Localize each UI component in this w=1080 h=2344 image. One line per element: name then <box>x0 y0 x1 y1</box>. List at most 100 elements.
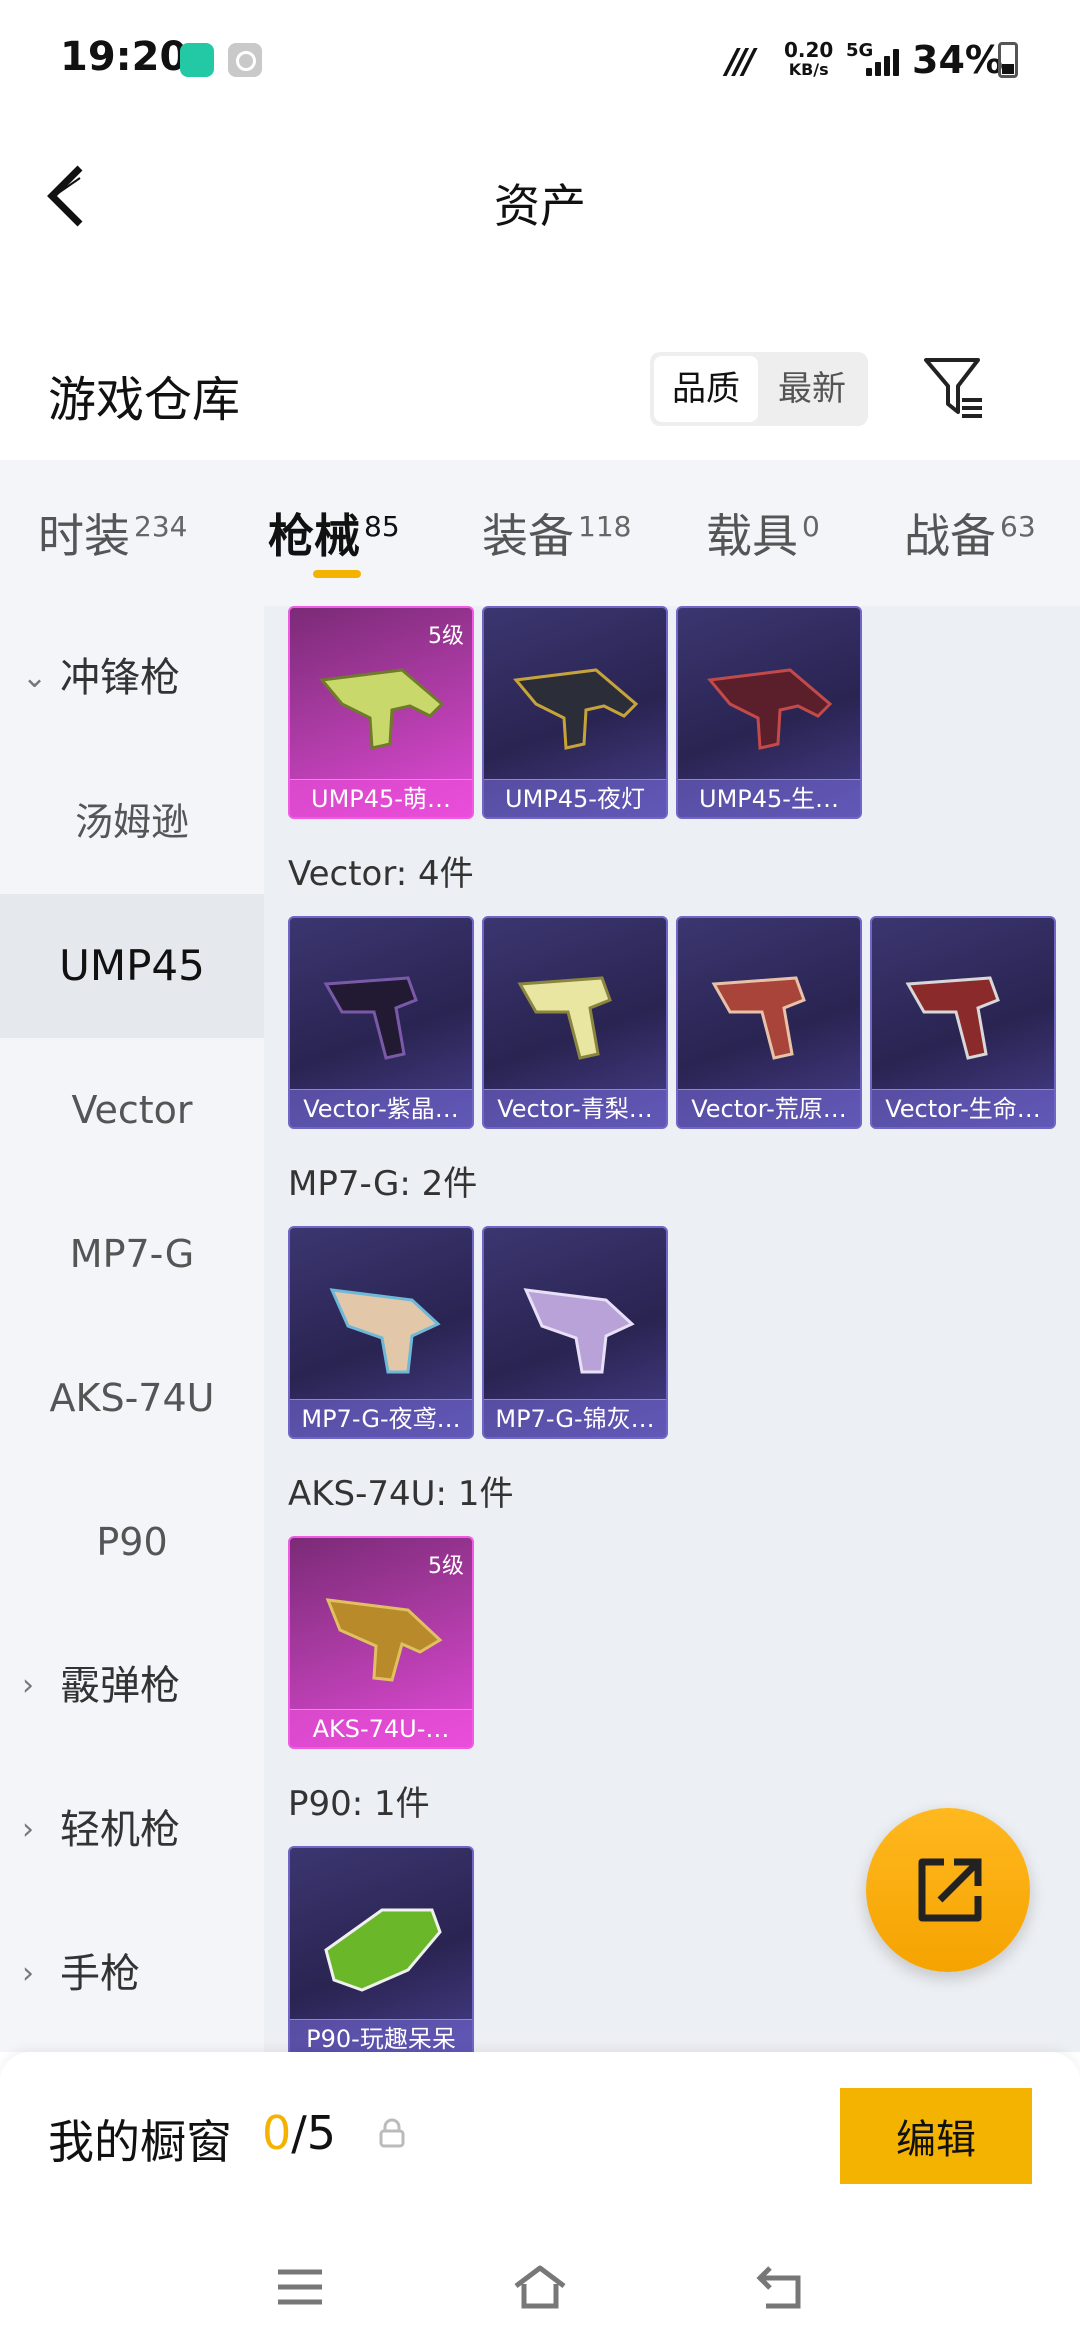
settings-notification-icon <box>228 43 262 77</box>
battery-percent: 34% <box>912 38 1003 82</box>
menu-icon <box>278 2269 322 2305</box>
weapon-card[interactable]: 5级 AKS-74U-… <box>288 1536 474 1749</box>
sidebar-item-lmg[interactable]: › 轻机枪 <box>0 1758 264 1902</box>
back-nav-button[interactable] <box>752 2262 812 2312</box>
sidebar-item-ump45[interactable]: UMP45 <box>0 894 264 1038</box>
sidebar-item-label: 轻机枪 <box>60 1807 180 1853</box>
rifle-icon <box>325 1598 443 1682</box>
tab-firearms[interactable]: 枪械 85 <box>268 500 400 566</box>
sidebar-item-label: AKS-74U <box>49 1376 215 1420</box>
tab-count: 118 <box>578 510 632 543</box>
group-title: Vector: 4件 <box>288 854 474 894</box>
chevron-right-icon: › <box>22 1812 34 1847</box>
filter-button[interactable] <box>922 354 986 422</box>
sidebar-item-label: MP7-G <box>69 1232 195 1276</box>
sidebar-item-label: P90 <box>96 1520 168 1564</box>
edit-button[interactable]: 编辑 <box>840 2088 1032 2184</box>
weapon-card[interactable]: Vector-生命… <box>870 916 1056 1129</box>
weapon-card[interactable]: Vector-紫晶… <box>288 916 474 1129</box>
network-speed-unit: KB/s <box>788 60 829 79</box>
share-button[interactable] <box>866 1808 1030 1972</box>
sidebar-item-thompson[interactable]: 汤姆逊 <box>0 750 264 894</box>
clock: 19:20 <box>60 34 188 80</box>
smg-icon <box>324 1908 442 1992</box>
weapon-name: MP7-G-夜鸢… <box>290 1399 472 1437</box>
tab-supplies[interactable]: 战备 63 <box>904 500 1036 566</box>
showcase-count: 0/5 <box>262 2106 336 2160</box>
weapon-name: AKS-74U-… <box>290 1709 472 1747</box>
return-icon <box>756 2266 801 2309</box>
filter-icon <box>924 358 982 418</box>
tab-label: 载具 <box>706 509 798 563</box>
showcase-title: 我的橱窗 <box>48 2115 232 2169</box>
sidebar-item-pistol[interactable]: › 手枪 <box>0 1902 264 2046</box>
weapon-card[interactable]: UMP45-生… <box>676 606 862 819</box>
app-notification-icon <box>180 43 214 77</box>
sidebar-item-aks74u[interactable]: AKS-74U <box>0 1326 264 1470</box>
weapon-card[interactable]: Vector-青梨… <box>482 916 668 1129</box>
tab-label: 时装 <box>38 509 130 563</box>
sidebar-item-label: Vector <box>71 1088 193 1132</box>
status-bar: 19:20 /// 0.20 KB/s 5G 34% <box>0 0 1080 120</box>
weapon-card[interactable]: MP7-G-锦灰… <box>482 1226 668 1439</box>
menu-nav-button[interactable] <box>270 2262 330 2312</box>
smg-icon <box>513 668 639 750</box>
weapon-card[interactable]: MP7-G-夜鸢… <box>288 1226 474 1439</box>
system-nav-bar <box>0 2224 1080 2344</box>
sidebar-item-label: 冲锋枪 <box>60 655 180 701</box>
sidebar-item-label: 手枪 <box>60 1951 140 1997</box>
weapon-card[interactable]: UMP45-夜灯 <box>482 606 668 819</box>
weapon-name: UMP45-生… <box>678 779 860 817</box>
smg-icon <box>517 976 612 1060</box>
sidebar-item-vector[interactable]: Vector <box>0 1038 264 1182</box>
weapon-card[interactable]: 5级 UMP45-萌… <box>288 606 474 819</box>
smg-icon <box>707 668 833 750</box>
smg-icon <box>323 976 418 1060</box>
signal-icon <box>862 48 902 76</box>
group-title: MP7-G: 2件 <box>288 1164 478 1204</box>
tab-fashion[interactable]: 时装 234 <box>38 500 187 566</box>
chevron-right-icon: › <box>22 1668 34 1703</box>
weapon-type-sidebar: ⌄ 冲锋枪 汤姆逊 UMP45 Vector MP7-G AKS-74U P90… <box>0 606 264 2052</box>
my-showcase-bar: 我的橱窗 0/5 编辑 <box>0 2052 1080 2224</box>
tab-count: 234 <box>134 510 188 543</box>
smg-icon <box>711 976 806 1060</box>
weapon-name: Vector-紫晶… <box>290 1089 472 1127</box>
showcase-current: 0 <box>262 2106 292 2160</box>
home-nav-button[interactable] <box>510 2262 570 2312</box>
sidebar-item-shotgun[interactable]: › 霰弹枪 <box>0 1614 264 1758</box>
sidebar-item-smg[interactable]: ⌄ 冲锋枪 <box>0 606 264 750</box>
weapon-name: Vector-生命… <box>872 1089 1054 1127</box>
sidebar-item-p90[interactable]: P90 <box>0 1470 264 1614</box>
sidebar-item-label: UMP45 <box>59 941 205 990</box>
smg-icon <box>319 668 445 750</box>
showcase-total: /5 <box>291 2106 337 2160</box>
category-tabs: 时装 234 枪械 85 装备 118 载具 0 战备 63 <box>0 460 1080 606</box>
group-title: AKS-74U: 1件 <box>288 1474 514 1514</box>
sidebar-item-label: 汤姆逊 <box>74 800 189 844</box>
weapon-card[interactable]: Vector-荒原… <box>676 916 862 1129</box>
weapon-name: UMP45-夜灯 <box>484 779 666 817</box>
smg-icon <box>523 1288 635 1374</box>
tab-count: 0 <box>802 510 820 543</box>
sort-toggle: 品质 最新 <box>650 352 868 426</box>
sort-quality-button[interactable]: 品质 <box>654 356 758 422</box>
page-title: 资产 <box>494 179 586 233</box>
weapon-name: Vector-荒原… <box>678 1089 860 1127</box>
network-speed-value: 0.20 <box>784 38 834 62</box>
weapon-name: Vector-青梨… <box>484 1089 666 1127</box>
tab-vehicles[interactable]: 载具 0 <box>706 500 820 566</box>
tab-count: 63 <box>1000 510 1036 543</box>
share-icon <box>918 1858 982 1922</box>
tab-label: 装备 <box>482 509 574 563</box>
sort-newest-button[interactable]: 最新 <box>760 356 864 422</box>
warehouse-title: 游戏仓库 <box>48 372 241 428</box>
tab-equipment[interactable]: 装备 118 <box>482 500 631 566</box>
active-tab-indicator <box>313 570 361 578</box>
battery-icon <box>998 42 1018 78</box>
sidebar-item-label: 霰弹枪 <box>60 1663 180 1709</box>
sidebar-item-mp7g[interactable]: MP7-G <box>0 1182 264 1326</box>
weapon-name: UMP45-萌… <box>290 779 472 817</box>
weapon-card[interactable]: P90-玩趣呆呆 <box>288 1846 474 2052</box>
smg-icon <box>329 1288 441 1374</box>
